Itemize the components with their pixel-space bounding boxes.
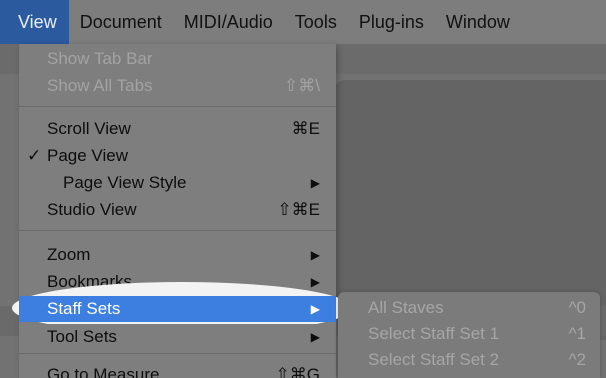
- shortcut-label: ⇧⌘G: [275, 365, 320, 378]
- menu-item-label: Go to Measure: [47, 365, 160, 378]
- menubar-plug-ins[interactable]: Plug-ins: [348, 0, 435, 44]
- submenu-item-label: Select Staff Set 2: [368, 350, 500, 369]
- menu-separator: [19, 106, 336, 107]
- menu-item-label: Page View: [47, 146, 128, 165]
- menu-item-label: Show All Tabs: [47, 76, 153, 95]
- submenu-item-select-staff-set-1[interactable]: Select Staff Set 1 ^1: [338, 322, 600, 346]
- menu-item-zoom[interactable]: Zoom ▶: [19, 242, 336, 268]
- submenu-arrow-icon: ▶: [310, 176, 320, 190]
- menu-item-staff-sets[interactable]: Staff Sets ▶: [19, 296, 336, 322]
- submenu-arrow-icon: ▶: [310, 248, 320, 262]
- menu-bar: View Document MIDI/Audio Tools Plug-ins …: [0, 0, 606, 44]
- menu-item-label: Page View Style: [63, 173, 187, 192]
- shortcut-label: ⌘E: [291, 119, 320, 138]
- menu-item-label: Scroll View: [47, 119, 131, 138]
- shortcut-label: ^0: [568, 298, 586, 317]
- menu-item-scroll-view[interactable]: Scroll View ⌘E: [19, 116, 336, 142]
- menu-separator: [19, 230, 336, 231]
- screen: View Document MIDI/Audio Tools Plug-ins …: [0, 0, 606, 378]
- menu-item-label: Staff Sets: [47, 299, 121, 318]
- submenu-item-all-staves[interactable]: All Staves ^0: [338, 296, 600, 320]
- menubar-document[interactable]: Document: [69, 0, 173, 44]
- shortcut-label: ⇧⌘\: [284, 76, 320, 95]
- shortcut-label: ^2: [568, 350, 586, 369]
- menubar-window[interactable]: Window: [435, 0, 521, 44]
- shortcut-label: ^1: [568, 324, 586, 343]
- menu-item-show-all-tabs: Show All Tabs ⇧⌘\: [19, 73, 336, 99]
- staff-sets-submenu: All Staves ^0 Select Staff Set 1 ^1 Sele…: [338, 292, 600, 378]
- submenu-arrow-icon: ▶: [310, 330, 320, 344]
- submenu-item-select-staff-set-2[interactable]: Select Staff Set 2 ^2: [338, 348, 600, 372]
- menu-item-tool-sets[interactable]: Tool Sets ▶: [19, 324, 336, 350]
- menu-item-label: Show Tab Bar: [47, 49, 153, 68]
- menubar-tools[interactable]: Tools: [284, 0, 348, 44]
- submenu-item-label: Select Staff Set 1: [368, 324, 500, 343]
- menu-item-page-view-style[interactable]: Page View Style ▶: [19, 170, 336, 196]
- menu-item-label: Tool Sets: [47, 327, 117, 346]
- menubar-view[interactable]: View: [0, 0, 69, 44]
- menu-item-studio-view[interactable]: Studio View ⇧⌘E: [19, 197, 336, 223]
- menu-item-label: Zoom: [47, 245, 91, 264]
- checkmark-icon: ✓: [27, 146, 42, 165]
- shortcut-label: ⇧⌘E: [277, 200, 320, 219]
- submenu-arrow-icon: ▶: [310, 302, 320, 316]
- menu-item-show-tab-bar: Show Tab Bar: [19, 46, 336, 72]
- menubar-midi-audio[interactable]: MIDI/Audio: [173, 0, 284, 44]
- menu-item-page-view[interactable]: ✓ Page View: [19, 143, 336, 169]
- menu-item-go-to-measure[interactable]: Go to Measure ⇧⌘G: [19, 362, 336, 378]
- submenu-item-label: All Staves: [368, 298, 444, 317]
- menu-item-label: Studio View: [47, 200, 137, 219]
